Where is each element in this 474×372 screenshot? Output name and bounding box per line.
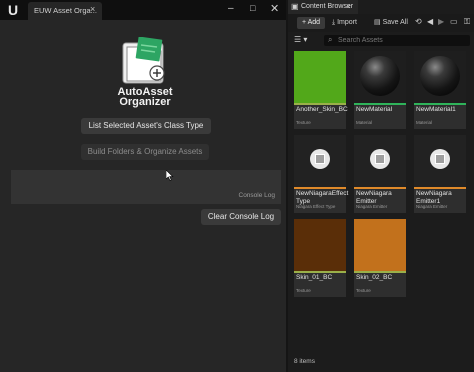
asset-type-stripe bbox=[294, 103, 346, 105]
forward-arrow-icon[interactable]: ▶ bbox=[438, 17, 444, 26]
mouse-cursor-icon bbox=[166, 170, 174, 181]
asset-name: NewMaterial1 bbox=[416, 106, 456, 113]
asset-type: Niagara Effect Type bbox=[296, 204, 336, 209]
asset-name: Skin_01_BC bbox=[296, 274, 333, 281]
minimize-icon[interactable]: – bbox=[228, 3, 234, 14]
unreal-logo-icon: U bbox=[7, 2, 19, 18]
asset-tile[interactable]: Skin_02_BC Texture bbox=[354, 219, 406, 297]
asset-name: NewMaterial bbox=[356, 106, 393, 113]
close-window-icon[interactable]: ✕ bbox=[270, 2, 279, 15]
asset-type-stripe bbox=[354, 187, 406, 189]
save-all-button[interactable]: ▤ Save All bbox=[374, 17, 408, 29]
content-browser-window: ▣ Content Browser × + Add ⤓ Import ▤ Sav… bbox=[288, 0, 474, 372]
asset-thumbnail bbox=[414, 51, 466, 103]
asset-type: Material bbox=[416, 120, 433, 125]
maximize-icon[interactable]: □ bbox=[250, 3, 255, 13]
search-box[interactable]: ⌕ bbox=[324, 35, 470, 46]
asset-name: NewNiagara Emitter1 bbox=[416, 190, 452, 205]
asset-tile[interactable]: NewMaterial Material bbox=[354, 51, 406, 129]
material-sphere-icon bbox=[360, 56, 400, 96]
asset-type-stripe bbox=[354, 271, 406, 273]
content-browser-icon: ▣ bbox=[291, 2, 299, 11]
tab-content-browser[interactable]: ▣ Content Browser × bbox=[288, 0, 358, 14]
app-title-line2: Organizer bbox=[119, 96, 171, 108]
asset-thumbnail bbox=[294, 135, 346, 187]
asset-type-stripe bbox=[354, 103, 406, 105]
content-browser-toolbar: + Add ⤓ Import ▤ Save All ⟲ ◀ ▶ ▭ ⚿ bbox=[288, 14, 474, 32]
tab-label: EUW Asset Orga... bbox=[34, 6, 97, 15]
back-arrow-icon[interactable]: ◀ bbox=[427, 17, 433, 26]
console-log-area[interactable]: Console Log bbox=[11, 170, 281, 204]
asset-type: Niagara Emitter bbox=[356, 204, 388, 209]
asset-name: Skin_02_BC bbox=[356, 274, 393, 281]
asset-tile[interactable]: NewNiagara Emitter Niagara Emitter bbox=[354, 135, 406, 213]
asset-tile[interactable]: NewMaterial1 Material bbox=[414, 51, 466, 129]
asset-type-stripe bbox=[294, 187, 346, 189]
app-title: AutoAsset Organizer bbox=[106, 87, 184, 108]
add-button[interactable]: + Add bbox=[297, 17, 325, 29]
asset-tile[interactable]: Skin_01_BC Texture bbox=[294, 219, 346, 297]
niagara-icon bbox=[370, 149, 390, 169]
asset-type-stripe bbox=[414, 187, 466, 189]
asset-thumbnail bbox=[294, 51, 346, 103]
asset-name: NewNiagaraEffect Type bbox=[296, 190, 349, 205]
title-bar: U EUW Asset Orga... × – □ ✕ bbox=[0, 0, 286, 20]
material-sphere-icon bbox=[420, 56, 460, 96]
asset-type: Material bbox=[356, 120, 373, 125]
asset-tile[interactable]: NewNiagaraEffect Type Niagara Effect Type bbox=[294, 135, 349, 213]
organizer-logo-icon bbox=[122, 37, 165, 84]
console-log-label: Console Log bbox=[238, 192, 276, 199]
save-all-label: Save All bbox=[382, 19, 408, 26]
tab-euw-asset-organizer[interactable]: EUW Asset Orga... × bbox=[28, 2, 102, 20]
asset-type: Texture bbox=[296, 288, 311, 293]
build-folders-button[interactable]: Build Folders & Organize Assets bbox=[81, 144, 209, 160]
close-tab-icon[interactable]: × bbox=[346, 2, 351, 11]
asset-type-stripe bbox=[414, 103, 466, 105]
item-count: 8 items bbox=[294, 358, 315, 365]
asset-thumbnail bbox=[414, 135, 466, 187]
import-icon: ⤓ bbox=[332, 19, 336, 26]
cube-icon bbox=[435, 154, 445, 164]
asset-thumbnail bbox=[354, 219, 406, 271]
niagara-icon bbox=[310, 149, 330, 169]
search-icon: ⌕ bbox=[328, 35, 333, 44]
asset-type-stripe bbox=[294, 271, 346, 273]
asset-thumbnail bbox=[354, 51, 406, 103]
import-button[interactable]: ⤓ Import bbox=[332, 17, 357, 29]
asset-name: NewNiagara Emitter bbox=[356, 190, 392, 205]
search-input[interactable] bbox=[338, 35, 466, 46]
editor-utility-window: U EUW Asset Orga... × – □ ✕ AutoAsset Or… bbox=[0, 0, 286, 372]
asset-thumbnail bbox=[354, 135, 406, 187]
asset-tile[interactable]: Another_Skin_BC Texture bbox=[294, 51, 348, 129]
filter-bar: ☰ ▾ ⌕ bbox=[288, 34, 474, 47]
import-label: Import bbox=[337, 19, 357, 26]
asset-type: Niagara Emitter bbox=[416, 204, 448, 209]
cube-icon bbox=[315, 154, 325, 164]
asset-thumbnail bbox=[294, 219, 346, 271]
asset-name: Another_Skin_BC bbox=[296, 106, 348, 113]
asset-type: Texture bbox=[356, 288, 371, 293]
save-icon: ▤ bbox=[374, 19, 381, 26]
history-icon[interactable]: ⟲ bbox=[415, 17, 422, 26]
niagara-icon bbox=[430, 149, 450, 169]
clear-console-button[interactable]: Clear Console Log bbox=[201, 209, 281, 225]
asset-type: Texture bbox=[296, 120, 311, 125]
lock-icon[interactable]: ⚿ bbox=[464, 17, 470, 27]
asset-tile[interactable]: NewNiagara Emitter1 Niagara Emitter bbox=[414, 135, 466, 213]
cube-icon bbox=[375, 154, 385, 164]
filter-icon[interactable]: ☰ ▾ bbox=[294, 35, 307, 44]
folder-icon[interactable]: ▭ bbox=[450, 17, 458, 26]
close-tab-icon[interactable]: × bbox=[90, 4, 95, 14]
list-class-type-button[interactable]: List Selected Asset's Class Type bbox=[81, 118, 211, 134]
